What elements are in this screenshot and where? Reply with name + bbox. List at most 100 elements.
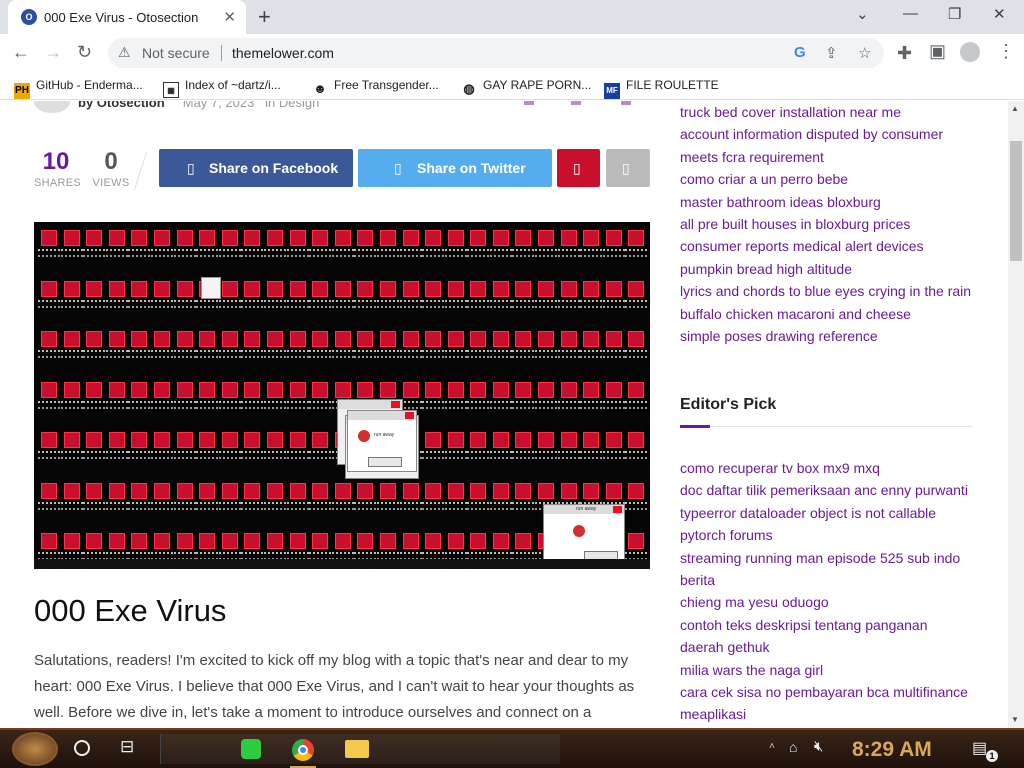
virus-icon xyxy=(83,481,106,532)
notifications-icon[interactable]: ▤ xyxy=(972,738,987,758)
scroll-down-icon[interactable]: ▼ xyxy=(1011,715,1019,724)
virus-icon xyxy=(128,380,151,431)
sidebar-link[interactable]: milia wars the naga girl xyxy=(680,662,823,678)
bookmark-item[interactable]: ▦ Index of ~dartz/i... xyxy=(163,78,281,98)
bookmark-item[interactable]: ◍ GAY RAPE PORN... xyxy=(461,78,591,97)
new-tab-button[interactable]: + xyxy=(258,4,271,30)
url-text[interactable]: themelower.com xyxy=(232,45,334,61)
side-panel-icon[interactable]: ▣ xyxy=(929,41,946,62)
dialog-title: run away xyxy=(576,506,597,512)
sidebar-link[interactable]: daerah gethuk xyxy=(680,639,770,655)
extensions-icon[interactable]: ✚ xyxy=(897,43,912,64)
share-icon[interactable]: ⇪ xyxy=(825,44,838,62)
share-twitter-button[interactable]: ▯ Share on Twitter xyxy=(358,149,552,187)
close-window-button[interactable]: ✕ xyxy=(993,5,1006,23)
sidebar-link[interactable]: buffalo chicken macaroni and cheese xyxy=(680,306,911,322)
sidebar-link[interactable]: contoh teks deskripsi tentang panganan xyxy=(680,617,928,633)
sidebar-link[interactable]: berita xyxy=(680,572,715,588)
forward-button[interactable]: → xyxy=(44,42,62,63)
virus-icon xyxy=(60,380,84,431)
share-email-button[interactable]: ▯ xyxy=(606,149,650,187)
sidebar-link[interactable]: account information disputed by consumer xyxy=(680,126,943,142)
featured-image[interactable]: run away run away xyxy=(34,222,650,569)
sidebar-link[interactable]: pytorch forums xyxy=(680,527,773,543)
bookmark-label: Free Transgender... xyxy=(334,78,439,92)
bookmark-item[interactable]: MF FILE ROULETTE xyxy=(604,78,719,99)
volume-muted-icon[interactable]: 🔇︎ xyxy=(814,738,823,755)
address-bar[interactable]: ⚠ Not secure themelower.com G ⇪ ☆ xyxy=(108,38,884,68)
minimize-button[interactable]: — xyxy=(903,5,918,22)
bookmark-item[interactable]: ☻ Free Transgender... xyxy=(312,78,439,97)
post-category[interactable]: in Design xyxy=(265,101,319,110)
chrome-icon[interactable] xyxy=(292,739,314,761)
virus-icon xyxy=(105,329,129,380)
file-explorer-icon[interactable] xyxy=(345,740,369,758)
sidebar-link[interactable]: pumpkin bread high altitude xyxy=(680,261,852,277)
bookmark-label: Index of ~dartz/i... xyxy=(185,78,281,92)
tab-search-icon[interactable]: ⌄ xyxy=(856,5,869,23)
active-tab[interactable]: O 000 Exe Virus - Otosection ✕ xyxy=(8,0,246,34)
virus-icon xyxy=(580,430,603,481)
sidebar-link[interactable]: all pre built houses in bloxburg prices xyxy=(680,216,910,232)
virus-icon xyxy=(38,228,61,279)
scroll-thumb[interactable] xyxy=(1010,141,1022,261)
virus-icon xyxy=(489,329,513,380)
menu-icon[interactable]: ⋮ xyxy=(997,41,1015,62)
google-translate-icon[interactable]: G xyxy=(794,44,806,61)
sidebar-link[interactable]: meets fcra requirement xyxy=(680,149,824,165)
task-view-icon[interactable]: ⊟ xyxy=(120,737,134,757)
security-status[interactable]: Not secure xyxy=(142,45,210,61)
virus-icon xyxy=(512,430,535,481)
sidebar-link[interactable]: doc daftar tilik pemeriksaan anc enny pu… xyxy=(680,482,968,498)
author-avatar[interactable] xyxy=(34,101,70,113)
virus-icon xyxy=(105,481,129,532)
virus-icon xyxy=(422,329,445,380)
scroll-up-icon[interactable]: ▲ xyxy=(1011,104,1019,113)
sidebar-link[interactable]: como recuperar tv box mx9 mxq xyxy=(680,460,880,476)
virus-icon xyxy=(263,279,287,330)
virus-icon xyxy=(512,329,535,380)
sidebar-link[interactable]: master bathroom ideas bloxburg xyxy=(680,194,881,210)
notes-app-icon[interactable] xyxy=(241,739,261,759)
virus-icon xyxy=(422,430,445,481)
bookmark-star-icon[interactable]: ☆ xyxy=(858,44,871,62)
comments-icon[interactable] xyxy=(524,101,534,105)
bookmark-icon[interactable] xyxy=(571,101,581,105)
views-icon[interactable] xyxy=(621,101,631,105)
views-counter: 0 VIEWS xyxy=(92,148,130,189)
virus-icon xyxy=(557,279,581,330)
virus-icon xyxy=(83,430,106,481)
reload-button[interactable]: ↻ xyxy=(77,42,92,63)
sidebar-link[interactable]: como criar a un perro bebe xyxy=(680,171,848,187)
start-button[interactable] xyxy=(12,732,58,766)
shares-count: 10 xyxy=(42,148,70,175)
virus-icon xyxy=(467,481,490,532)
warning-icon[interactable]: ⚠ xyxy=(118,44,131,61)
sidebar-link[interactable]: streaming running man episode 525 sub in… xyxy=(680,550,960,566)
back-button[interactable]: ← xyxy=(12,42,30,63)
taskbar-clock[interactable]: 8:29 AM xyxy=(852,738,932,762)
sidebar-link[interactable]: truck bed cover installation near me xyxy=(680,104,901,120)
sidebar-link[interactable]: lyrics and chords to blue eyes crying in… xyxy=(680,283,971,299)
search-icon[interactable] xyxy=(74,740,90,756)
share-facebook-button[interactable]: ▯ Share on Facebook xyxy=(159,149,353,187)
sidebar-link[interactable]: simple poses drawing reference xyxy=(680,328,878,344)
author-name[interactable]: by Otosection xyxy=(78,101,165,110)
sidebar-link[interactable]: typeerror dataloader object is not calla… xyxy=(680,505,936,521)
bookmark-item[interactable]: PH GitHub - Enderma... xyxy=(14,78,143,99)
virus-icon xyxy=(444,380,468,431)
sidebar-link[interactable]: consumer reports medical alert devices xyxy=(680,238,924,254)
tray-chevron-icon[interactable]: ˄ xyxy=(769,741,775,752)
network-icon[interactable]: ⌂ xyxy=(789,739,797,755)
restore-button[interactable]: ❐ xyxy=(948,5,961,23)
virus-icon xyxy=(422,380,445,431)
windows-taskbar: ⊟ ˄ ⌂ 🔇︎ 8:29 AM ▤ 1 xyxy=(0,728,1024,768)
virus-icon xyxy=(38,481,61,532)
profile-avatar[interactable] xyxy=(960,42,980,62)
virus-icon xyxy=(263,228,287,279)
share-pinterest-button[interactable]: ▯ xyxy=(557,149,600,187)
sidebar-link[interactable]: meaplikasi xyxy=(680,706,746,722)
sidebar-link[interactable]: chieng ma yesu oduogo xyxy=(680,594,829,610)
sidebar-link[interactable]: cara cek sisa no pembayaran bca multifin… xyxy=(680,684,968,700)
close-tab-icon[interactable]: ✕ xyxy=(223,8,236,26)
